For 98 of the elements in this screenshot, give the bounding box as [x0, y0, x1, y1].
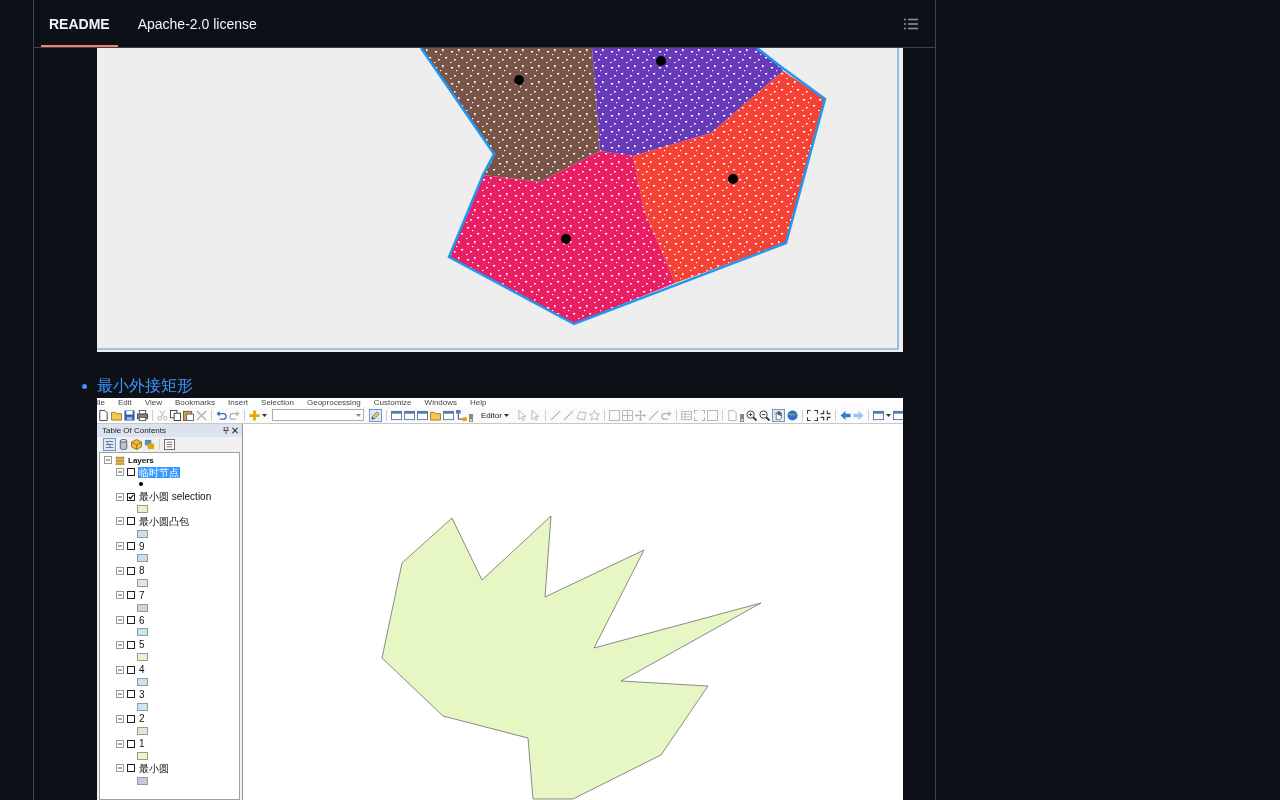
flowchart-icon[interactable] — [456, 409, 467, 421]
redo-icon[interactable] — [229, 409, 240, 421]
panel-title: Table Of Contents — [102, 426, 168, 435]
square-icon[interactable] — [608, 409, 620, 421]
window-icon[interactable] — [404, 409, 415, 421]
checkbox[interactable] — [127, 492, 135, 501]
close-icon[interactable] — [232, 427, 238, 434]
print-icon[interactable] — [137, 409, 148, 421]
menu-item[interactable]: Selection — [261, 398, 294, 407]
menu-item[interactable]: Help — [470, 398, 487, 407]
caret-icon[interactable] — [503, 413, 509, 417]
checkbox[interactable] — [127, 714, 135, 723]
zoom-out-icon[interactable] — [758, 409, 770, 421]
list-box-icon[interactable] — [164, 439, 175, 450]
checkbox[interactable] — [127, 468, 135, 476]
move-icon[interactable] — [634, 409, 646, 421]
checkbox[interactable] — [127, 764, 135, 773]
toolbar-overflow-icon[interactable] — [469, 414, 473, 422]
layer-name[interactable]: 5 — [138, 639, 146, 651]
layer-name[interactable]: 7 — [138, 589, 146, 601]
window-icon[interactable] — [872, 409, 884, 421]
copy-icon[interactable] — [170, 409, 181, 421]
layers-icon[interactable] — [144, 439, 155, 450]
globe-icon[interactable] — [786, 409, 798, 421]
pan-icon[interactable] — [771, 408, 785, 422]
link[interactable]: 最小外接矩形 — [97, 375, 193, 397]
paste-icon[interactable] — [183, 409, 194, 421]
window-icon[interactable] — [892, 409, 903, 421]
collapse-icon[interactable] — [116, 468, 124, 476]
grid-icon[interactable] — [621, 409, 633, 421]
checkbox[interactable] — [127, 517, 135, 526]
list-icon[interactable] — [904, 17, 918, 30]
star-icon[interactable] — [588, 409, 600, 421]
square-icon[interactable] — [706, 409, 718, 421]
caret-icon[interactable] — [885, 413, 891, 417]
table-icon[interactable] — [680, 409, 692, 421]
editor-menu-button[interactable]: Editor — [479, 409, 511, 421]
line-icon[interactable] — [549, 409, 561, 421]
bullet-icon — [82, 383, 87, 389]
layer-name[interactable]: 4 — [138, 664, 146, 675]
menu-item[interactable]: Geoprocessing — [306, 398, 361, 407]
window-icon[interactable] — [391, 409, 402, 421]
pencil-icon[interactable] — [369, 408, 382, 422]
full-extent-icon[interactable] — [806, 409, 818, 421]
layer-name[interactable]: 8 — [138, 565, 146, 577]
curved-arrow-icon[interactable] — [660, 409, 672, 421]
layers-icon — [115, 455, 125, 465]
layer-name[interactable]: 6 — [138, 614, 146, 626]
line-icon[interactable] — [562, 409, 574, 421]
checkbox[interactable] — [127, 690, 135, 699]
back-arrow-icon[interactable] — [839, 409, 851, 421]
layer-name[interactable]: 最小圆凸包 — [138, 515, 190, 527]
menu-item[interactable]: Customize — [373, 398, 412, 407]
tree-root-label[interactable]: Layers — [128, 455, 154, 465]
menu-item[interactable]: Edit — [118, 398, 132, 407]
checkbox[interactable] — [127, 739, 135, 748]
point-marker — [514, 75, 524, 85]
point-symbol-icon — [139, 482, 143, 487]
page-icon[interactable] — [726, 409, 738, 421]
checkbox[interactable] — [127, 640, 135, 649]
database-icon[interactable] — [118, 439, 129, 450]
point-marker — [656, 56, 666, 66]
collapse-icon[interactable] — [104, 456, 112, 464]
caret-icon[interactable] — [262, 413, 267, 417]
menu-item[interactable]: Bookmarks — [175, 398, 216, 407]
pin-icon[interactable] — [223, 427, 229, 434]
point-marker — [728, 174, 738, 184]
undo-icon[interactable] — [216, 409, 227, 421]
checkbox[interactable] — [127, 566, 135, 575]
folder-icon[interactable] — [430, 409, 441, 421]
layer-name[interactable]: 最小圆 — [138, 762, 170, 774]
point-marker — [561, 234, 571, 244]
tab[interactable]: Apache-2.0 license — [129, 0, 265, 47]
cube-icon[interactable] — [131, 439, 142, 450]
layer-name[interactable]: 2 — [138, 713, 146, 725]
list-icon[interactable] — [103, 438, 116, 451]
layer-name[interactable]: 1 — [138, 738, 146, 750]
window-icon[interactable] — [417, 409, 428, 421]
line-icon[interactable] — [647, 409, 659, 421]
menu-item[interactable]: Insert — [228, 398, 249, 407]
checkbox[interactable] — [127, 542, 135, 551]
menu-item[interactable]: Windows — [424, 398, 458, 407]
menu-item[interactable]: View — [144, 398, 162, 407]
corners-icon[interactable] — [693, 409, 705, 421]
checkbox[interactable] — [127, 665, 135, 674]
save-icon[interactable] — [124, 409, 135, 421]
layer-name[interactable]: 最小圆 selection — [138, 491, 213, 503]
shrink-icon[interactable] — [819, 409, 831, 421]
layer-name[interactable]: 9 — [138, 540, 146, 552]
zoom-in-icon[interactable] — [745, 409, 757, 421]
toolbar-overflow-icon[interactable] — [739, 414, 744, 422]
checkbox[interactable] — [127, 616, 135, 625]
new-file-icon[interactable] — [98, 409, 109, 421]
layer-name[interactable]: 3 — [138, 688, 146, 700]
window-icon[interactable] — [443, 409, 454, 421]
menu-item[interactable]: ile — [97, 398, 105, 407]
checkbox[interactable] — [127, 591, 135, 600]
dropdown-field[interactable] — [272, 409, 364, 421]
